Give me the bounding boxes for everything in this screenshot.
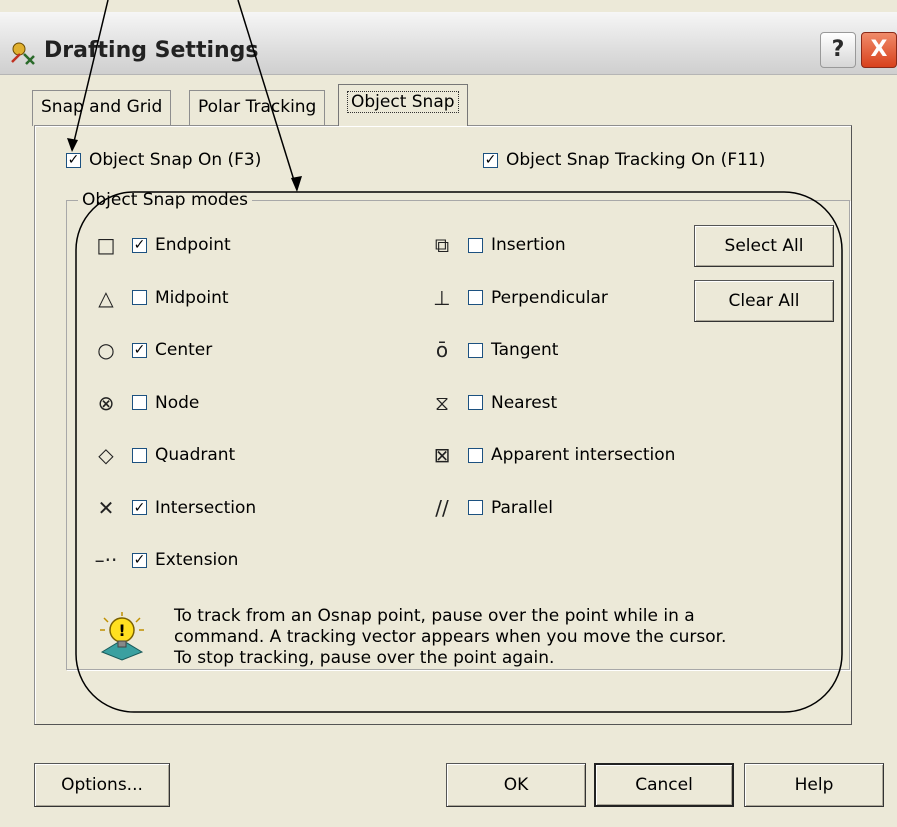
snap-mode-checkbox[interactable]: [468, 342, 483, 358]
perpendicular-marker-icon: ⊥: [433, 285, 451, 310]
osnap-tracking-checkbox[interactable]: [483, 152, 498, 168]
snap-mode-label: Endpoint: [155, 235, 231, 255]
snap-mode-checkbox[interactable]: [132, 342, 147, 358]
osnap-tracking-option[interactable]: Object Snap Tracking On (F11): [483, 150, 765, 170]
cancel-button[interactable]: Cancel: [594, 763, 734, 807]
snap-mode-row[interactable]: ⊗ Node: [94, 390, 200, 415]
snap-mode-row[interactable]: ⊠ Apparent intersection: [430, 443, 676, 467]
extension-marker-icon: –··: [94, 548, 118, 572]
snap-mode-checkbox[interactable]: [468, 447, 483, 463]
square-marker-icon: □: [96, 233, 116, 257]
snap-mode-checkbox[interactable]: [132, 290, 147, 305]
snap-mode-label: Tangent: [491, 340, 559, 360]
snap-mode-label: Midpoint: [155, 287, 229, 308]
snap-mode-label: Insertion: [491, 235, 566, 255]
boxed-x-marker-icon: ⊠: [433, 443, 451, 467]
snap-mode-checkbox[interactable]: [132, 237, 147, 253]
snap-mode-checkbox[interactable]: [132, 500, 147, 515]
triangle-marker-icon: △: [98, 285, 114, 310]
snap-mode-checkbox[interactable]: [132, 395, 147, 410]
osnap-on-checkbox[interactable]: [66, 152, 81, 168]
snap-mode-label: Extension: [155, 550, 239, 570]
hourglass-marker-icon: ⧖: [434, 390, 450, 415]
tip-line: To track from an Osnap point, pause over…: [174, 606, 695, 626]
osnap-on-label: Object Snap On (F3): [89, 150, 262, 170]
title-bar[interactable]: Drafting Settings ? X: [0, 12, 897, 75]
snap-mode-checkbox[interactable]: [468, 290, 483, 305]
diamond-marker-icon: ◇: [98, 443, 114, 467]
svg-text:!: !: [118, 621, 125, 640]
tab-object-snap-label: Object Snap: [347, 91, 459, 113]
insertion-marker-icon: ⧉: [434, 233, 450, 257]
snap-mode-row[interactable]: ○ Center: [94, 338, 212, 362]
ok-button[interactable]: OK: [446, 763, 586, 807]
snap-mode-checkbox[interactable]: [468, 395, 483, 410]
clear-all-button[interactable]: Clear All: [694, 280, 834, 322]
snap-mode-row[interactable]: –·· Extension: [94, 548, 239, 572]
snap-mode-label: Parallel: [491, 497, 553, 518]
drafting-settings-icon: [11, 42, 35, 65]
lightbulb-icon: !: [100, 612, 144, 661]
snap-mode-label: Nearest: [491, 392, 558, 413]
options-button[interactable]: Options...: [34, 763, 170, 807]
snap-mode-row[interactable]: □ Endpoint: [94, 233, 231, 257]
tab-snap-and-grid[interactable]: Snap and Grid: [32, 90, 172, 126]
snap-mode-label: Perpendicular: [491, 287, 608, 308]
tangent-marker-icon: ō: [435, 338, 449, 362]
snap-mode-label: Center: [155, 340, 213, 360]
object-snap-modes-label: Object Snap modes: [78, 190, 253, 210]
window-title: Drafting Settings: [44, 38, 259, 63]
snap-mode-row[interactable]: ⧖ Nearest: [430, 391, 557, 415]
snap-mode-checkbox[interactable]: [468, 500, 483, 515]
snap-mode-row[interactable]: △ Midpoint: [94, 285, 229, 310]
object-snap-modes-group: [66, 200, 850, 670]
drafting-settings-window: Drafting Settings ? X Snap and Grid Pola…: [0, 0, 897, 827]
snap-mode-row[interactable]: ō Tangent: [430, 338, 559, 362]
snap-mode-row[interactable]: ✕ Intersection: [94, 495, 257, 520]
snap-mode-checkbox[interactable]: [132, 447, 147, 463]
select-all-button[interactable]: Select All: [694, 225, 834, 267]
circle-x-marker-icon: ⊗: [97, 390, 115, 415]
tip-line: command. A tracking vector appears when …: [174, 627, 727, 647]
tip-line: To stop tracking, pause over the point a…: [174, 648, 555, 668]
help-button[interactable]: Help: [744, 763, 884, 807]
snap-mode-label: Apparent intersection: [491, 445, 676, 465]
circle-marker-icon: ○: [97, 338, 115, 362]
osnap-on-option[interactable]: Object Snap On (F3): [66, 150, 261, 170]
snap-mode-row[interactable]: // Parallel: [430, 496, 553, 520]
snap-mode-label: Quadrant: [155, 445, 236, 465]
tab-object-snap[interactable]: Object Snap: [338, 84, 468, 126]
help-question-button[interactable]: ?: [820, 32, 856, 68]
snap-mode-row[interactable]: ⊥ Perpendicular: [430, 286, 608, 310]
snap-mode-label: Intersection: [155, 497, 257, 518]
snap-mode-checkbox[interactable]: [132, 552, 147, 568]
osnap-tracking-label: Object Snap Tracking On (F11): [506, 150, 766, 170]
snap-mode-checkbox[interactable]: [468, 237, 483, 253]
close-button[interactable]: X: [861, 32, 897, 68]
parallel-marker-icon: //: [435, 495, 449, 520]
snap-mode-row[interactable]: ⧉ Insertion: [430, 233, 566, 257]
x-marker-icon: ✕: [97, 495, 115, 520]
tab-polar-tracking[interactable]: Polar Tracking: [189, 90, 326, 126]
snap-mode-label: Node: [155, 392, 200, 413]
snap-mode-row[interactable]: ◇ Quadrant: [94, 443, 235, 467]
tracking-tip-text: To track from an Osnap point, pause over…: [174, 606, 794, 669]
